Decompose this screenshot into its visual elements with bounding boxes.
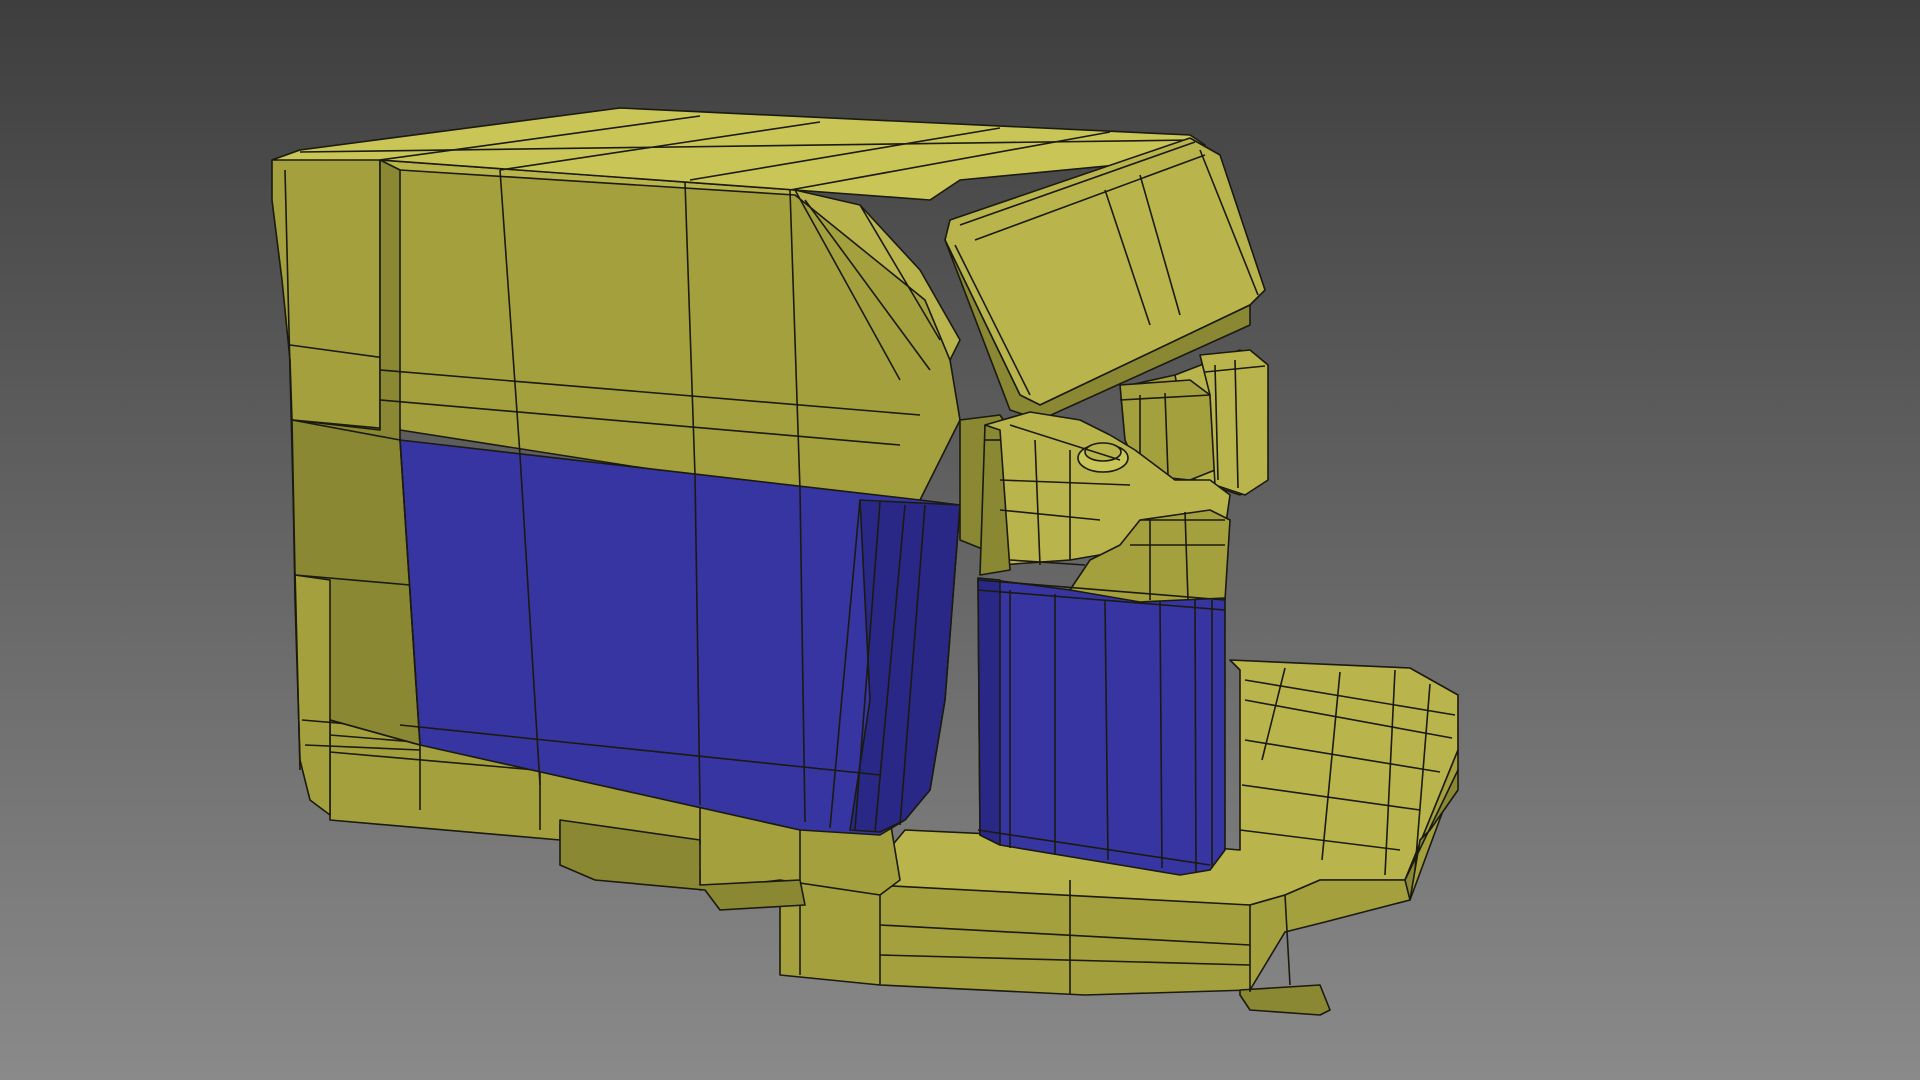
carafe [977, 411, 1231, 876]
3d-viewport[interactable] [0, 0, 1920, 1080]
carafe-body-edge [977, 577, 1001, 846]
carafe-body [977, 577, 1226, 876]
viewport-canvas [0, 0, 1920, 1080]
drip-tray-foot-left [1239, 984, 1331, 1016]
